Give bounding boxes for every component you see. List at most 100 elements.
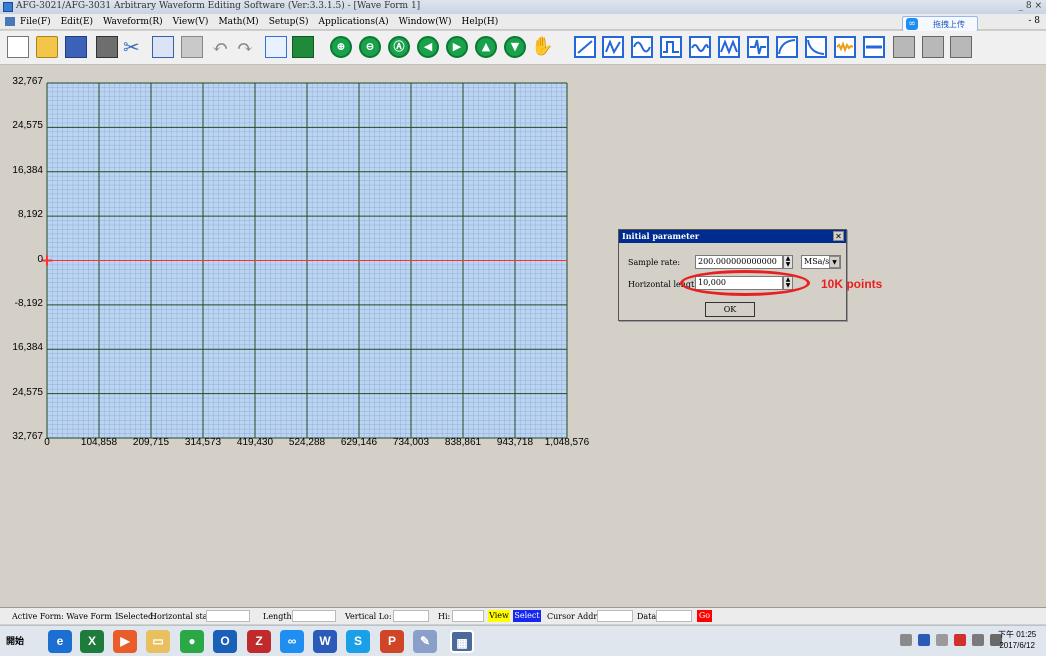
scroll-up-icon[interactable]: ▲ [475,36,497,58]
paste-icon[interactable] [181,36,203,58]
x-tick-label: 104,858 [80,437,118,448]
scroll-left-icon[interactable]: ◀ [417,36,439,58]
open-folder-icon[interactable] [36,36,58,58]
active-form-label: Active Form: Wave Form 1 [12,612,120,621]
x-tick-label: 838,861 [444,437,482,448]
scroll-down-icon[interactable]: ▼ [504,36,526,58]
help-icon[interactable] [918,634,930,646]
data-field[interactable] [656,610,692,622]
filezilla-icon[interactable]: Z [247,630,271,653]
menu-math[interactable]: Math(M) [218,17,258,27]
cloud-upload-label: 拖拽上传 [933,20,965,29]
dc-wave-icon[interactable] [863,36,885,58]
y-tick-label: 24,575 [12,120,43,132]
menu-file[interactable]: File(F) [20,17,51,27]
word-icon[interactable]: W [313,630,337,653]
length-field[interactable] [292,610,336,622]
chrome-icon[interactable]: ● [180,630,204,653]
y-tick-label: 16,384 [12,342,43,354]
undo-icon[interactable]: ↶ [209,36,231,58]
menu-edit[interactable]: Edit(E) [61,17,93,27]
sinc-wave-icon[interactable] [689,36,711,58]
tray-icon-2[interactable] [936,634,948,646]
media-player-icon[interactable]: ▶ [113,630,137,653]
zoom-out-icon[interactable]: ⊖ [359,36,381,58]
square-wave-icon[interactable] [660,36,682,58]
tray-icon-1[interactable] [900,634,912,646]
toolbar: ↶ ↷ ⊕ ⊖ Ⓐ ◀ ▶ ▲ ▼ ✋ [0,31,1046,65]
x-tick-label: 419,430 [236,437,274,448]
zoom-auto-icon[interactable]: Ⓐ [388,36,410,58]
scroll-right-icon[interactable]: ▶ [446,36,468,58]
waveform-plot[interactable] [0,74,600,474]
excel-icon[interactable]: X [80,630,104,653]
hand-pan-icon[interactable]: ✋ [531,36,553,58]
x-tick-label: 314,573 [184,437,222,448]
file-explorer-icon[interactable]: ▭ [146,630,170,653]
x-tick-label: 524,288 [288,437,326,448]
cloud-icon: ∞ [906,18,918,30]
cloud-upload-button[interactable]: ∞ 拖拽上传 [902,16,978,32]
cut-icon[interactable] [123,36,145,58]
tools-icon[interactable] [950,36,972,58]
menu-waveform[interactable]: Waveform(R) [103,17,163,27]
view-button[interactable]: View [488,610,510,622]
tray-icon-3[interactable] [954,634,966,646]
x-tick-label: 734,003 [392,437,430,448]
save-icon[interactable] [65,36,87,58]
x-tick-label: 0 [44,437,50,448]
hi-field[interactable] [452,610,484,622]
paint-icon[interactable]: ✎ [413,630,437,653]
redo-icon[interactable]: ↷ [234,36,256,58]
triangle-wave-icon[interactable] [718,36,740,58]
horizontal-length-input[interactable]: 10,000 [695,276,783,290]
close-icon[interactable]: ✕ [833,231,844,241]
chevron-down-icon[interactable]: ▼ [829,256,840,268]
noise-wave-icon[interactable] [834,36,856,58]
select-button[interactable]: Select [513,610,541,622]
mdi-controls[interactable]: - 8 [1028,16,1040,26]
network-tray-icon[interactable] [972,634,984,646]
outlook-icon[interactable]: O [213,630,237,653]
connect-device-icon[interactable] [893,36,915,58]
skype-icon[interactable]: S [346,630,370,653]
ie-icon[interactable]: e [48,630,72,653]
menu-window[interactable]: Window(W) [399,17,452,27]
point-wave-icon[interactable] [602,36,624,58]
menu-view[interactable]: View(V) [173,17,209,27]
horizontal-length-label: Horizontal length: [628,280,703,289]
pulse-wave-icon[interactable] [747,36,769,58]
menu-help[interactable]: Help(H) [462,17,499,27]
baidu-cloud-icon[interactable]: ∞ [280,630,304,653]
menu-bar: File(F) Edit(E) Waveform(R) View(V) Math… [0,14,1046,32]
new-file-icon[interactable] [7,36,29,58]
waveform-view-icon[interactable] [265,36,287,58]
y-tick-label: 8,192 [17,209,43,221]
waveform-app-taskbar-icon[interactable]: ▦ [450,630,474,653]
horizontal-length-spinner[interactable]: ▲ ▼ [783,276,793,290]
network-icon[interactable] [922,36,944,58]
exp-fall-icon[interactable] [805,36,827,58]
horizontal-start-field[interactable] [206,610,250,622]
chart-view-icon[interactable] [292,36,314,58]
annotation-text: 10K points [821,277,883,291]
window-controls[interactable]: _ 8 × [1019,1,1043,11]
sine-wave-icon[interactable] [631,36,653,58]
menu-applications[interactable]: Applications(A) [319,17,389,27]
powerpoint-icon[interactable]: P [380,630,404,653]
cursor-addr-field[interactable] [597,610,633,622]
start-button[interactable]: 開始 [6,634,24,647]
menu-setup[interactable]: Setup(S) [269,17,309,27]
sample-rate-spinner[interactable]: ▲ ▼ [783,255,793,269]
ok-button[interactable]: OK [705,302,755,317]
copy-icon[interactable] [152,36,174,58]
zoom-in-icon[interactable]: ⊕ [330,36,352,58]
document-icon[interactable] [5,17,15,26]
exp-rise-icon[interactable] [776,36,798,58]
line-wave-icon[interactable] [574,36,596,58]
vertical-lo-field[interactable] [393,610,429,622]
waveform-chart[interactable]: 32,767 24,575 16,384 8,192 0 -8,192 16,384 24,5… [0,74,600,474]
print-icon[interactable] [96,36,118,58]
go-button[interactable]: Go [697,610,712,622]
sample-rate-input[interactable]: 200.000000000000 [695,255,783,269]
